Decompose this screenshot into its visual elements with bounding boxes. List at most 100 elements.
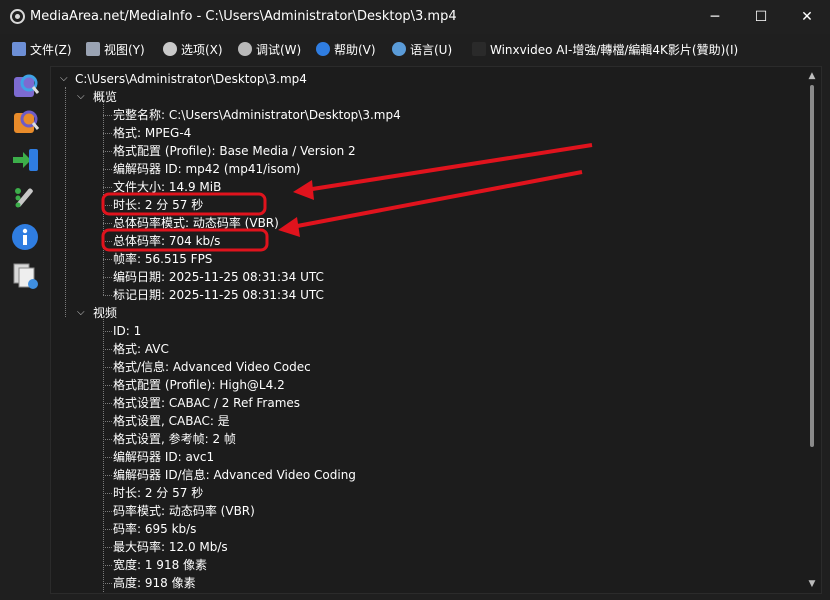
window-title: MediaArea.net/MediaInfo - C:\Users\Admin…: [30, 9, 457, 24]
file-menu-icon: [12, 42, 26, 56]
video-field[interactable]: 码率模式: 动态码率 (VBR): [113, 502, 255, 520]
tree-connector: [103, 223, 112, 224]
general-field[interactable]: 格式配置 (Profile): Base Media / Version 2: [113, 142, 356, 160]
menu-bar: 文件(Z) 视图(Y) 选项(X) 调试(W) 帮助(V) 语言(U) Winxvideo …: [0, 34, 830, 64]
tree-connector: [103, 439, 112, 440]
options-menu-icon: [163, 42, 177, 56]
video-expand-chevron[interactable]: ⌵: [77, 304, 87, 322]
tree-connector: [103, 421, 112, 422]
views-icon[interactable]: [9, 260, 41, 292]
video-field[interactable]: 格式/信息: Advanced Video Codec: [113, 358, 311, 376]
toolbar-sidebar: [0, 64, 50, 600]
sponsor-menu-icon: [472, 42, 486, 56]
mediainfo-app-icon: [10, 9, 25, 24]
open-folder-icon[interactable]: [9, 106, 41, 138]
tree-connector: [103, 295, 112, 296]
tree-connector: [103, 367, 112, 368]
tree-connector: [65, 87, 66, 317]
export-icon[interactable]: [9, 144, 41, 176]
vertical-scrollbar[interactable]: ▲ ▼: [804, 67, 820, 593]
tree-connector: [103, 169, 112, 170]
tree-connector: [103, 115, 112, 116]
menu-item-3[interactable]: 调试(W): [238, 40, 301, 58]
tree-connector: [103, 316, 104, 593]
video-field[interactable]: 高度: 918 像素: [113, 574, 196, 592]
menu-item-1[interactable]: 视图(Y): [86, 40, 145, 58]
general-field[interactable]: 格式: MPEG-4: [113, 124, 191, 142]
video-field[interactable]: ID: 1: [113, 322, 141, 340]
help-menu-icon: [316, 42, 330, 56]
tree-connector: [103, 100, 104, 295]
general-field[interactable]: 标记日期: 2025-11-25 08:31:34 UTC: [113, 286, 324, 304]
tree-connector: [103, 349, 112, 350]
menu-item-label: 语言(U): [410, 42, 453, 57]
tree-connector: [103, 259, 112, 260]
title-bar: MediaArea.net/MediaInfo - C:\Users\Admin…: [0, 0, 830, 34]
tree-connector: [103, 151, 112, 152]
tree-connector: [103, 205, 112, 206]
menu-item-5[interactable]: 语言(U): [392, 40, 452, 58]
view-menu-icon: [86, 42, 100, 56]
menu-item-label: Winxvideo AI-增強/轉檔/編輯4K影片(贊助)(I): [490, 42, 739, 57]
general-field[interactable]: 编解码器 ID: mp42 (mp41/isom): [113, 160, 300, 178]
tree-connector: [103, 133, 112, 134]
tree-connector: [103, 493, 112, 494]
tree-connector: [103, 583, 112, 584]
menu-item-0[interactable]: 文件(Z): [12, 40, 72, 58]
scroll-thumb[interactable]: [810, 85, 814, 447]
debug-menu-icon: [238, 42, 252, 56]
tree-connector: [103, 475, 112, 476]
tree-connector: [103, 547, 112, 548]
menu-item-4[interactable]: 帮助(V): [316, 40, 376, 58]
tree-connector: [103, 403, 112, 404]
general-field[interactable]: 总体码率模式: 动态码率 (VBR): [113, 214, 279, 232]
preferences-icon[interactable]: [9, 182, 41, 214]
general-field[interactable]: 总体码率: 704 kb/s: [113, 232, 220, 250]
root-expand-chevron[interactable]: ⌵: [60, 70, 70, 88]
scroll-down-arrow[interactable]: ▼: [804, 577, 820, 591]
general-field[interactable]: 时长: 2 分 57 秒: [113, 196, 203, 214]
video-field[interactable]: 码率: 695 kb/s: [113, 520, 196, 538]
tree-connector: [103, 277, 112, 278]
tree-connector: [103, 331, 112, 332]
video-field[interactable]: 编解码器 ID: avc1: [113, 448, 214, 466]
general-field[interactable]: 完整名称: C:\Users\Administrator\Desktop\3.m…: [113, 106, 401, 124]
video-field[interactable]: 格式配置 (Profile): High@L4.2: [113, 376, 285, 394]
general-field[interactable]: 编码日期: 2025-11-25 08:31:34 UTC: [113, 268, 324, 286]
tree-connector: [103, 529, 112, 530]
menu-item-2[interactable]: 选项(X): [163, 40, 223, 58]
video-field[interactable]: 格式设置: CABAC / 2 Ref Frames: [113, 394, 300, 412]
info-tree: ⌵ C:\Users\Administrator\Desktop\3.mp4 ⌵ 概览…: [50, 66, 822, 594]
video-field[interactable]: 最大码率: 12.0 Mb/s: [113, 538, 228, 556]
video-field[interactable]: 格式设置, 参考帧: 2 帧: [113, 430, 236, 448]
tree-connector: [103, 187, 112, 188]
minimize-button[interactable]: ─: [692, 0, 738, 34]
general-expand-chevron[interactable]: ⌵: [77, 88, 87, 106]
menu-item-label: 选项(X): [181, 42, 223, 57]
video-field[interactable]: 编解码器 ID/信息: Advanced Video Coding: [113, 466, 356, 484]
tree-connector: [103, 457, 112, 458]
tree-connector: [103, 241, 112, 242]
menu-item-6[interactable]: Winxvideo AI-增強/轉檔/編輯4K影片(贊助)(I): [472, 40, 738, 58]
scroll-up-arrow[interactable]: ▲: [804, 69, 820, 83]
about-icon[interactable]: [9, 221, 41, 253]
menu-item-label: 帮助(V): [334, 42, 376, 57]
general-field[interactable]: 帧率: 56.515 FPS: [113, 250, 212, 268]
video-field[interactable]: 格式设置, CABAC: 是: [113, 412, 230, 430]
tree-connector: [103, 565, 112, 566]
language-menu-icon: [392, 42, 406, 56]
close-button[interactable]: ✕: [784, 0, 830, 34]
tree-connector: [103, 385, 112, 386]
general-field[interactable]: 文件大小: 14.9 MiB: [113, 178, 221, 196]
video-field[interactable]: 格式: AVC: [113, 340, 169, 358]
tree-root-file[interactable]: C:\Users\Administrator\Desktop\3.mp4: [75, 70, 307, 88]
section-video[interactable]: 视频: [93, 304, 117, 322]
tree-connector: [103, 511, 112, 512]
video-field[interactable]: 时长: 2 分 57 秒: [113, 484, 203, 502]
video-field[interactable]: 宽度: 1 918 像素: [113, 556, 207, 574]
menu-item-label: 调试(W): [256, 42, 302, 57]
menu-item-label: 文件(Z): [30, 42, 72, 57]
maximize-button[interactable]: ☐: [738, 0, 784, 34]
open-file-icon[interactable]: [9, 70, 41, 102]
section-general[interactable]: 概览: [93, 88, 117, 106]
